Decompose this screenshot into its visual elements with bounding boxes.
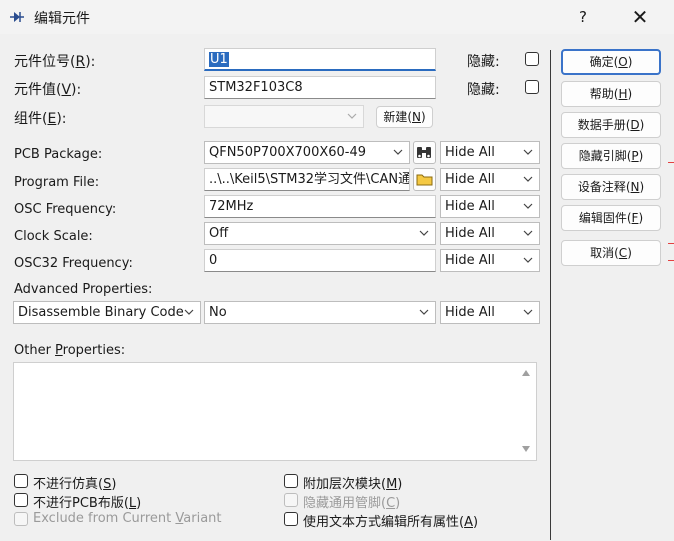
pcb-package-value: QFN50P700X700X60-49 [209, 145, 367, 160]
chevron-down-icon [523, 257, 533, 263]
osc-frequency-visibility[interactable]: Hide All [440, 195, 540, 218]
window-title: 编辑元件 [34, 11, 90, 27]
chevron-down-icon [523, 149, 533, 155]
visibility-value: Hide All [445, 172, 495, 187]
scroll-up-icon [522, 370, 530, 376]
group-select[interactable] [204, 105, 364, 128]
edit-as-text-checkbox[interactable] [284, 512, 298, 526]
visibility-value: Hide All [445, 253, 495, 268]
vertical-divider [550, 50, 551, 540]
ref-label: 元件位号(R): [14, 54, 96, 70]
other-properties-textarea[interactable] [13, 362, 537, 461]
hide-pins-button[interactable]: 隐藏引脚(P) [561, 143, 661, 169]
advanced-property-select[interactable]: Disassemble Binary Code [13, 301, 201, 324]
hide-common-pins-checkbox[interactable] [284, 493, 298, 507]
chevron-down-icon [419, 309, 429, 315]
value-hidden-checkbox[interactable] [525, 80, 539, 94]
visibility-value: Hide All [445, 305, 495, 320]
scroll-down-icon [522, 446, 530, 452]
value-input[interactable]: STM32F103C8 [204, 76, 436, 99]
no-simulate-label: 不进行仿真(S) [33, 477, 117, 492]
pcb-package-visibility[interactable]: Hide All [440, 141, 540, 164]
visibility-value: Hide All [445, 199, 495, 214]
osc-frequency-input[interactable]: 72MHz [204, 195, 436, 218]
chevron-down-icon [419, 230, 429, 236]
group-label: 组件(E): [14, 111, 67, 127]
program-file-visibility[interactable]: Hide All [440, 168, 540, 191]
osc32-frequency-visibility[interactable]: Hide All [440, 249, 540, 272]
osc32-frequency-input[interactable]: 0 [204, 249, 436, 272]
scrollbar[interactable] [516, 363, 536, 460]
program-file-input[interactable]: ..\..\Keil5\STM32学习文件\CAN通 [204, 168, 410, 191]
new-group-button[interactable]: 新建(N) [376, 106, 433, 128]
value-label: 元件值(V): [14, 82, 82, 98]
chevron-down-icon [523, 309, 533, 315]
exclude-variant-checkbox[interactable] [14, 512, 28, 526]
edit-firmware-button[interactable]: 编辑固件(F) [561, 205, 661, 231]
browse-folder-button[interactable] [413, 168, 436, 191]
no-simulate-checkbox[interactable] [14, 474, 28, 488]
advanced-value-select[interactable]: No [204, 301, 436, 324]
advanced-properties-label: Advanced Properties: [14, 282, 153, 297]
chevron-down-icon [347, 113, 357, 119]
folder-icon [416, 174, 433, 186]
program-file-label: Program File: [14, 175, 100, 190]
help-dialog-button[interactable]: 帮助(H) [561, 81, 661, 107]
clock-scale-label: Clock Scale: [14, 229, 93, 244]
background-wire [668, 243, 674, 244]
no-pcb-checkbox[interactable] [14, 493, 28, 507]
binoculars-button[interactable] [413, 141, 436, 164]
cancel-button[interactable]: 取消(C) [561, 240, 661, 266]
chevron-down-icon [523, 176, 533, 182]
device-notes-button[interactable]: 设备注释(N) [561, 174, 661, 200]
hide-common-pins-label: 隐藏通用管脚(C) [303, 496, 401, 511]
close-button[interactable]: ✕ [620, 2, 660, 32]
ref-input[interactable]: U1 [204, 48, 436, 71]
datasheet-button[interactable]: 数据手册(D) [561, 112, 661, 138]
value-hidden-label: 隐藏: [467, 82, 500, 98]
edit-as-text-label: 使用文本方式编辑所有属性(A) [303, 515, 479, 530]
exclude-variant-label: Exclude from Current Variant [33, 511, 222, 526]
advanced-visibility[interactable]: Hide All [440, 301, 540, 324]
osc-frequency-label: OSC Frequency: [14, 202, 117, 217]
pcb-package-label: PCB Package: [14, 147, 103, 162]
background-wire [668, 260, 674, 261]
ref-hidden-label: 隐藏: [467, 54, 500, 70]
background-wire [668, 162, 674, 163]
attach-module-label: 附加层次模块(M) [303, 477, 403, 492]
no-pcb-label: 不进行PCB布版(L) [33, 496, 142, 511]
visibility-value: Hide All [445, 226, 495, 241]
advanced-value: No [209, 305, 227, 320]
visibility-value: Hide All [445, 145, 495, 160]
clock-scale-select[interactable]: Off [204, 222, 436, 245]
advanced-property-value: Disassemble Binary Code [18, 305, 184, 320]
chevron-down-icon [184, 309, 194, 315]
chevron-down-icon [523, 230, 533, 236]
clock-scale-visibility[interactable]: Hide All [440, 222, 540, 245]
pcb-package-select[interactable]: QFN50P700X700X60-49 [204, 141, 410, 164]
binoculars-icon [417, 147, 431, 158]
ok-button[interactable]: 确定(O) [561, 49, 661, 75]
clock-scale-value: Off [209, 226, 229, 241]
osc32-frequency-label: OSC32 Frequency: [14, 256, 133, 271]
other-properties-label: Other Properties: [14, 343, 126, 358]
chevron-down-icon [393, 149, 403, 155]
title-bar: 编辑元件 ? ✕ [0, 0, 674, 34]
attach-module-checkbox[interactable] [284, 474, 298, 488]
chevron-down-icon [523, 203, 533, 209]
component-icon [10, 12, 24, 22]
ref-hidden-checkbox[interactable] [525, 52, 539, 66]
help-button[interactable]: ? [568, 4, 598, 30]
